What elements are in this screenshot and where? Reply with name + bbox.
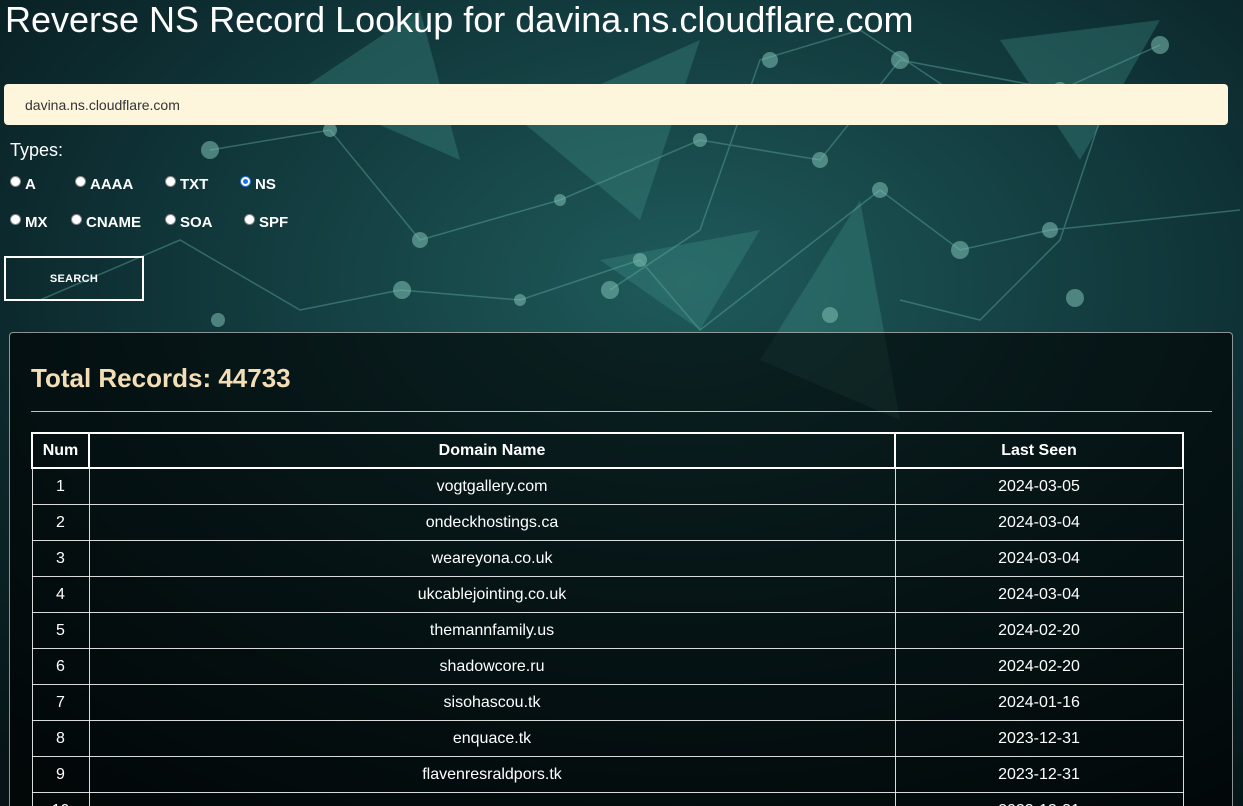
radio-circle[interactable] — [165, 214, 176, 225]
cell-num: 8 — [31, 720, 90, 757]
type-label-ns: NS — [255, 176, 276, 193]
cell-last-seen: 2024-02-20 — [894, 648, 1184, 685]
type-radio-soa[interactable]: SOA — [165, 214, 213, 231]
table-row: 8 enquace.tk 2023-12-31 — [31, 720, 1184, 757]
cell-num: 7 — [31, 684, 90, 721]
cell-num: 3 — [31, 540, 90, 577]
records-table: Num Domain Name Last Seen 1 vogtgallery.… — [31, 432, 1184, 806]
cell-domain: enquace.tk — [88, 720, 896, 757]
column-header-domain: Domain Name — [88, 432, 896, 469]
radio-circle[interactable] — [10, 176, 21, 187]
cell-last-seen: 2024-03-04 — [894, 576, 1184, 613]
cell-num: 2 — [31, 504, 90, 541]
radio-circle[interactable] — [75, 176, 86, 187]
cell-last-seen: 2024-01-16 — [894, 684, 1184, 721]
cell-last-seen: 2024-02-20 — [894, 612, 1184, 649]
cell-domain: shadowcore.ru — [88, 648, 896, 685]
type-label-cname: CNAME — [86, 214, 141, 231]
total-records-heading: Total Records: 44733 — [31, 363, 291, 393]
page-title: Reverse NS Record Lookup for davina.ns.c… — [5, 0, 914, 40]
type-radio-a[interactable]: A — [10, 176, 36, 193]
cell-num: 6 — [31, 648, 90, 685]
cell-domain: ondeckhostings.ca — [88, 504, 896, 541]
cell-domain: flavenresraldpors.tk — [88, 756, 896, 793]
cell-num: 9 — [31, 756, 90, 793]
type-label-soa: SOA — [180, 214, 213, 231]
search-button[interactable]: SEARCH — [4, 256, 144, 301]
cell-last-seen: 2023-12-31 — [894, 720, 1184, 757]
radio-circle[interactable] — [10, 214, 21, 225]
type-label-aaaa: AAAA — [90, 176, 134, 193]
table-row: 3 weareyona.co.uk 2024-03-04 — [31, 540, 1184, 577]
table-row: 7 sisohascou.tk 2024-01-16 — [31, 684, 1184, 721]
cell-last-seen: 2024-03-05 — [894, 467, 1184, 505]
type-label-mx: MX — [25, 214, 48, 231]
cell-last-seen: 2024-03-04 — [894, 504, 1184, 541]
cell-domain: sisohascou.tk — [88, 684, 896, 721]
type-radio-ns[interactable]: NS — [240, 176, 276, 193]
table-row: 9 flavenresraldpors.tk 2023-12-31 — [31, 756, 1184, 793]
type-radio-spf[interactable]: SPF — [244, 214, 288, 231]
types-label: Types: — [10, 140, 64, 160]
radio-circle[interactable] — [71, 214, 82, 225]
cell-num: 4 — [31, 576, 90, 613]
search-input[interactable] — [4, 84, 1228, 125]
cell-domain — [88, 792, 896, 806]
table-header-row: Num Domain Name Last Seen — [31, 432, 1184, 469]
table-row: 5 themannfamily.us 2024-02-20 — [31, 612, 1184, 649]
cell-domain: vogtgallery.com — [88, 467, 896, 505]
cell-last-seen: 2024-03-04 — [894, 540, 1184, 577]
radio-circle[interactable] — [165, 176, 176, 187]
divider — [31, 411, 1212, 412]
cell-num: 10 — [31, 792, 90, 806]
table-row: 2 ondeckhostings.ca 2024-03-04 — [31, 504, 1184, 541]
type-label-spf: SPF — [259, 214, 289, 231]
cell-domain: ukcablejointing.co.uk — [88, 576, 896, 613]
type-label-txt: TXT — [180, 176, 209, 193]
cell-domain: weareyona.co.uk — [88, 540, 896, 577]
column-header-last-seen: Last Seen — [894, 432, 1184, 469]
cell-domain: themannfamily.us — [88, 612, 896, 649]
cell-num: 1 — [31, 467, 90, 505]
type-radio-aaaa[interactable]: AAAA — [75, 176, 133, 193]
cell-last-seen: 2023-12-31 — [894, 792, 1184, 806]
table-row: 6 shadowcore.ru 2024-02-20 — [31, 648, 1184, 685]
results-panel: Total Records: 44733 Num Domain Name Las… — [9, 332, 1233, 806]
cell-num: 5 — [31, 612, 90, 649]
radio-circle[interactable] — [244, 214, 255, 225]
table-row: 10 2023-12-31 — [31, 792, 1184, 806]
table-row: 1 vogtgallery.com 2024-03-05 — [31, 467, 1184, 505]
type-label-a: A — [25, 176, 36, 193]
column-header-num: Num — [31, 432, 90, 469]
radio-circle-selected[interactable] — [240, 176, 251, 187]
type-radio-cname[interactable]: CNAME — [71, 214, 141, 231]
table-row: 4 ukcablejointing.co.uk 2024-03-04 — [31, 576, 1184, 613]
type-radio-mx[interactable]: MX — [10, 214, 48, 231]
type-radio-txt[interactable]: TXT — [165, 176, 208, 193]
cell-last-seen: 2023-12-31 — [894, 756, 1184, 793]
